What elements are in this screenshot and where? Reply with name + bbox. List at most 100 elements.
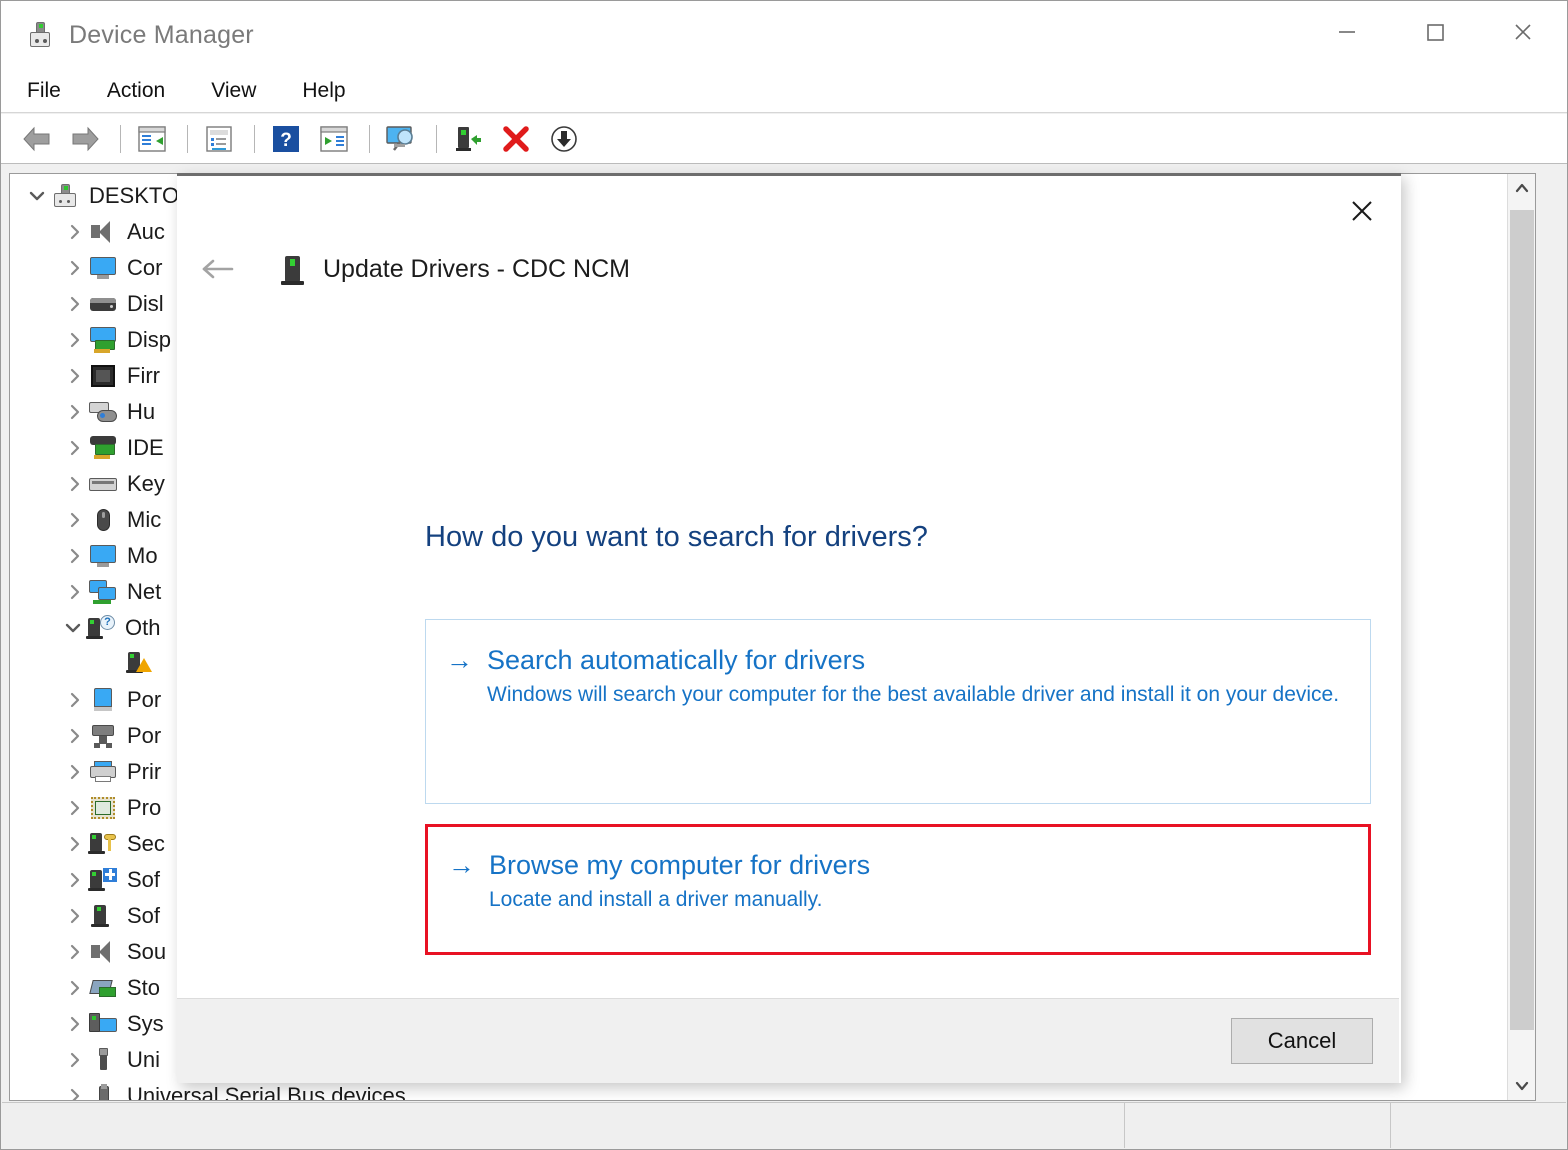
red-x-icon[interactable] — [494, 119, 538, 159]
chevron-right-icon[interactable] — [62, 800, 88, 816]
status-bar — [2, 1102, 1566, 1148]
scroll-up-arrow-icon[interactable] — [1508, 174, 1535, 202]
other-devices-icon: ? — [86, 614, 116, 642]
console-tree-icon[interactable] — [130, 119, 174, 159]
help-question-icon[interactable]: ? — [264, 119, 308, 159]
security-device-icon — [88, 830, 118, 858]
chevron-right-icon[interactable] — [62, 836, 88, 852]
tree-label-system-devices: Sys — [127, 1011, 164, 1036]
option-desc-search-automatically: Windows will search your computer for th… — [487, 683, 1340, 706]
tree-label-software-devices: Sof — [127, 903, 161, 928]
status-pane-tertiary — [1390, 1103, 1566, 1148]
download-arrow-icon[interactable] — [542, 119, 586, 159]
tree-label-usb-devices: Universal Serial Bus devices — [127, 1083, 406, 1101]
chevron-right-icon[interactable] — [62, 404, 88, 420]
firmware-chip-icon — [88, 362, 118, 390]
title-bar: Device Manager — [1, 1, 1567, 69]
tree-label-other-devices: Oth — [125, 615, 161, 640]
menu-item-file[interactable]: File — [23, 77, 65, 105]
minimize-button[interactable] — [1303, 1, 1391, 63]
tree-label-storage-controllers: Sto — [127, 975, 161, 1000]
human-interface-icon — [88, 398, 118, 426]
chevron-right-icon[interactable] — [62, 368, 88, 384]
window-controls — [1303, 1, 1567, 63]
chevron-right-icon[interactable] — [62, 296, 88, 312]
chevron-right-icon[interactable] — [62, 1016, 88, 1032]
dialog-title: Update Drivers - CDC NCM — [323, 254, 630, 283]
chevron-right-icon[interactable] — [62, 584, 88, 600]
chevron-right-icon[interactable] — [62, 476, 88, 492]
keyboard-icon — [88, 470, 118, 498]
tree-label-firmware: Firr — [127, 363, 160, 388]
tree-label-usb-controllers: Uni — [127, 1047, 161, 1072]
update-driver-icon[interactable] — [312, 119, 356, 159]
dialog-heading: How do you want to search for drivers? — [425, 521, 928, 553]
menu-item-help[interactable]: Help — [298, 77, 349, 105]
chevron-right-icon[interactable] — [62, 908, 88, 924]
chevron-right-icon[interactable] — [62, 1052, 88, 1068]
toolbar: ? — [1, 114, 1567, 164]
toolbar-separator — [254, 124, 255, 153]
tree-label-monitors: Mo — [127, 543, 158, 568]
tree-label-portable-devices: Por — [127, 687, 162, 712]
chevron-right-icon[interactable] — [62, 872, 88, 888]
chevron-right-icon[interactable] — [62, 440, 88, 456]
chevron-right-icon[interactable] — [62, 728, 88, 744]
maximize-button[interactable] — [1391, 1, 1479, 63]
enable-device-icon[interactable] — [446, 119, 490, 159]
tree-label-hid: Hu — [127, 399, 156, 424]
chevron-right-icon[interactable] — [62, 512, 88, 528]
chevron-right-icon[interactable] — [62, 260, 88, 276]
toolbar-separator — [120, 124, 121, 153]
dialog-close-button[interactable] — [1337, 186, 1387, 236]
close-button[interactable] — [1479, 1, 1567, 63]
software-device-icon — [88, 902, 118, 930]
chevron-right-icon[interactable] — [62, 980, 88, 996]
ide-controller-icon — [88, 434, 118, 462]
sound-controller-icon — [88, 938, 118, 966]
tree-label-security-devices: Sec — [127, 831, 165, 856]
unknown-device-warning-icon — [126, 650, 158, 678]
tree-label-processors: Pro — [127, 795, 162, 820]
scrollbar-thumb[interactable] — [1510, 210, 1534, 1030]
system-device-icon — [88, 1010, 118, 1038]
chevron-right-icon[interactable] — [62, 224, 88, 240]
browse-my-computer-option[interactable]: → Browse my computer for drivers Locate … — [425, 824, 1371, 955]
chevron-down-icon[interactable] — [60, 619, 86, 637]
chevron-right-icon[interactable] — [62, 1088, 88, 1100]
menu-item-view[interactable]: View — [207, 77, 260, 105]
menu-item-action[interactable]: Action — [103, 77, 169, 105]
back-arrow-icon[interactable] — [15, 119, 59, 159]
svg-text:?: ? — [280, 130, 292, 151]
dialog-back-button[interactable] — [191, 246, 247, 292]
tree-label-ports: Por — [127, 723, 162, 748]
display-adapter-icon — [88, 326, 118, 354]
chevron-right-icon[interactable] — [62, 548, 88, 564]
chevron-right-icon[interactable] — [62, 764, 88, 780]
computer-icon — [50, 182, 80, 210]
status-pane-primary — [2, 1103, 1124, 1148]
dialog-header: Update Drivers - CDC NCM — [177, 246, 630, 292]
dialog-footer: Cancel — [177, 998, 1399, 1083]
tree-vertical-scrollbar[interactable] — [1507, 174, 1535, 1100]
search-automatically-option[interactable]: → Search automatically for drivers Windo… — [425, 619, 1371, 804]
ports-icon — [88, 722, 118, 750]
audio-icon — [88, 218, 118, 246]
chevron-right-icon[interactable] — [62, 332, 88, 348]
tree-label-audio: Auc — [127, 219, 165, 244]
chevron-right-icon[interactable] — [62, 692, 88, 708]
mouse-icon — [88, 506, 118, 534]
cancel-button[interactable]: Cancel — [1231, 1018, 1373, 1064]
option-desc-browse-my-computer: Locate and install a driver manually. — [489, 888, 823, 911]
chevron-down-icon[interactable] — [24, 187, 50, 205]
chevron-right-icon[interactable] — [62, 944, 88, 960]
update-drivers-dialog: Update Drivers - CDC NCM How do you want… — [177, 173, 1401, 1083]
properties-icon[interactable] — [197, 119, 241, 159]
scroll-down-arrow-icon[interactable] — [1508, 1072, 1535, 1100]
tree-label-keyboards: Key — [127, 471, 165, 496]
software-component-icon — [88, 866, 118, 894]
scan-monitor-icon[interactable] — [379, 119, 423, 159]
forward-arrow-icon[interactable] — [63, 119, 107, 159]
storage-controller-icon — [88, 974, 118, 1002]
window-title: Device Manager — [69, 20, 254, 49]
